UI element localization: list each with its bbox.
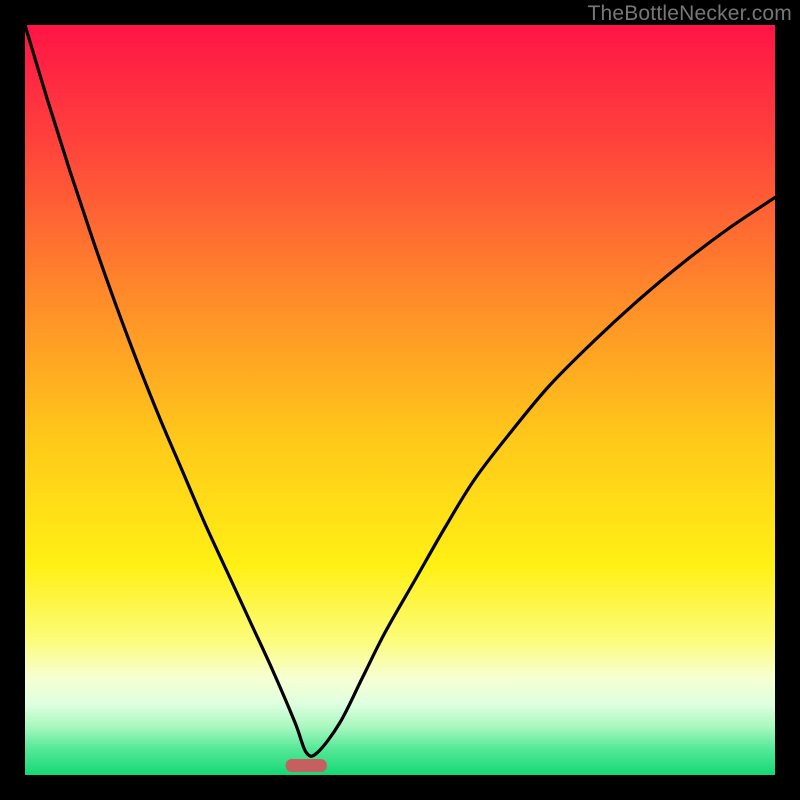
sweet-spot-marker — [286, 759, 327, 772]
chart-svg — [25, 25, 775, 775]
chart-container: TheBottleNecker.com — [0, 0, 800, 800]
watermark-text: TheBottleNecker.com — [587, 2, 792, 26]
gradient-background — [25, 25, 775, 775]
plot-area — [25, 25, 775, 775]
